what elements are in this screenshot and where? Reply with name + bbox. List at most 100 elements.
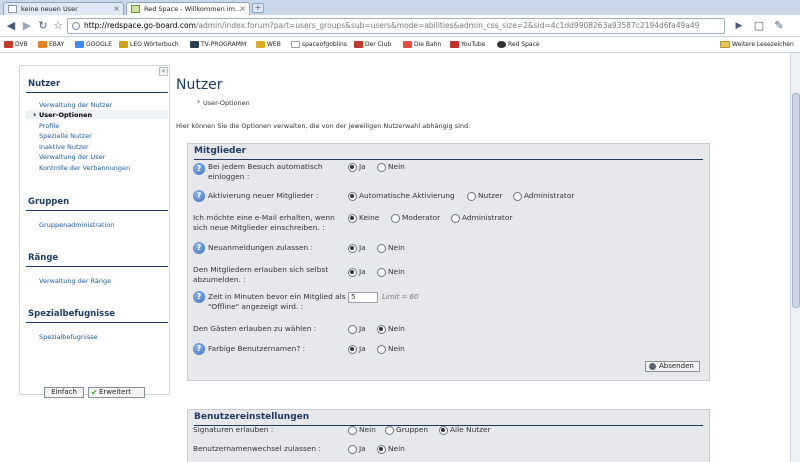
page-icon [291, 41, 300, 48]
star-icon[interactable]: ☆ [51, 19, 65, 33]
divider [26, 92, 168, 93]
radio-signaturen-nein[interactable]: Nein [348, 425, 376, 435]
radio-signaturen-alle[interactable]: Alle Nutzer [439, 425, 491, 435]
sidebar-item-user-optionen[interactable]: User-Optionen [33, 110, 92, 119]
radio-neuanmeldungen-nein[interactable]: Nein [377, 243, 405, 253]
check-icon: ✔ [91, 388, 98, 397]
wrench-icon[interactable]: ✎ [772, 19, 786, 33]
sidebar-item-inaktive-nutzer[interactable]: Inaktive Nutzer [39, 143, 89, 151]
page-icon [131, 5, 140, 13]
forward-icon[interactable]: ▶ [20, 19, 34, 33]
help-icon[interactable]: ? [193, 291, 205, 303]
help-icon[interactable]: ? [193, 190, 205, 202]
sidebar-heading-raenge: Ränge [28, 253, 59, 263]
help-icon[interactable]: ? [193, 242, 205, 254]
bookmark-icon [497, 41, 506, 48]
sidebar-item-spezialbefugnisse[interactable]: Spezialbefugnisse [39, 333, 98, 341]
reload-icon[interactable]: ↻ [36, 19, 50, 33]
url-path: /admin/index.forum?part=users_groups&sub… [195, 21, 700, 30]
radio-email-keine[interactable]: Keine [348, 213, 379, 223]
help-icon[interactable]: ? [193, 163, 205, 175]
label-offline-zeit: Zeit in Minuten bevor ein Mitglied als "… [208, 292, 346, 311]
radio-abmelden-nein[interactable]: Nein [377, 267, 405, 277]
scrollbar-thumb[interactable] [792, 93, 800, 308]
radio-aktivierung-automatisch[interactable]: Automatische Aktivierung [348, 191, 455, 201]
bookmark-dvb[interactable]: DVB [4, 37, 28, 53]
tab-red-space[interactable]: Red Space - Willkommen im... × [126, 2, 250, 16]
radio-aktivierung-admin[interactable]: Administrator [513, 191, 574, 201]
radio-abmelden-ja[interactable]: Ja [348, 267, 366, 277]
bookmark-icon [75, 41, 84, 48]
page-icon [8, 5, 17, 13]
youtube-icon [450, 41, 459, 48]
submit-button[interactable]: Absenden [645, 361, 700, 372]
go-icon[interactable]: ▶ [732, 19, 746, 33]
divider [26, 322, 168, 323]
bookmark-leo[interactable]: LEO Wörterbuch [119, 37, 179, 53]
offline-minutes-input[interactable]: 5 [348, 292, 378, 303]
bookmark-other-folder[interactable]: Weitere Lesezeichen [720, 37, 794, 53]
bookmark-icon [38, 41, 47, 48]
back-icon[interactable]: ◀ [4, 19, 18, 33]
bookmark-spaceofgoblins[interactable]: spaceofgoblins [291, 37, 347, 53]
sidebar-item-verbannungen[interactable]: Kontrolle der Verbannungen [39, 164, 130, 172]
radio-auto-login-ja[interactable]: Ja [348, 162, 366, 172]
radio-gaeste-ja[interactable]: Ja [348, 324, 366, 334]
intro-text: Hier können Sie die Optionen verwalten, … [176, 122, 471, 130]
bookmark-icon [403, 41, 412, 48]
bookmark-die-bahn[interactable]: Die Bahn [403, 37, 441, 53]
tab-keine-neuen-user[interactable]: keine neuen User × [3, 2, 124, 15]
divider [194, 159, 703, 160]
bookmark-google[interactable]: GOOGLE [75, 37, 112, 53]
label-email-neue-mitglieder: Ich möchte eine e-Mail erhalten, wenn si… [193, 213, 335, 232]
radio-neuanmeldungen-ja[interactable]: Ja [348, 243, 366, 253]
radio-namenwechsel-nein[interactable]: Nein [377, 444, 405, 454]
page-menu-icon[interactable]: ▢ [752, 19, 766, 33]
radio-email-admin[interactable]: Administrator [451, 213, 512, 223]
bookmark-web[interactable]: WEB [256, 37, 281, 53]
breadcrumb[interactable]: User-Optionen [197, 97, 250, 107]
globe-icon [72, 22, 80, 30]
collapse-icon[interactable]: « [159, 67, 168, 76]
radio-auto-login-nein[interactable]: Nein [377, 162, 405, 172]
sidebar-item-gruppenadministration[interactable]: Gruppenadministration [39, 221, 114, 229]
radio-namenwechsel-ja[interactable]: Ja [348, 444, 366, 454]
divider [26, 210, 168, 211]
divider [26, 266, 168, 267]
radio-signaturen-gruppen[interactable]: Gruppen [385, 425, 428, 435]
sidebar-item-spezielle-nutzer[interactable]: Spezielle Nutzer [39, 132, 92, 140]
extended-mode-button[interactable]: ✔ Erweitert [88, 387, 145, 398]
label-neuanmeldungen: Neuanmeldungen zulassen : [208, 243, 314, 252]
bookmark-icon [256, 41, 265, 48]
bookmark-der-club[interactable]: Der Club [354, 37, 391, 53]
close-icon[interactable]: × [113, 3, 120, 15]
bookmark-tv-programm[interactable]: TV-PROGRAMM [190, 37, 246, 53]
sidebar-item-profile[interactable]: Profile [39, 122, 59, 130]
sidebar-item-verwaltung-user[interactable]: Verwaltung der User [39, 153, 105, 161]
vertical-scrollbar[interactable] [790, 53, 800, 462]
radio-gaeste-nein[interactable]: Nein [377, 324, 405, 334]
bookmark-ebay[interactable]: EBAY [38, 37, 64, 53]
panel-mitglieder: Mitglieder ? Bei jedem Besuch automatisc… [187, 143, 710, 381]
panel-title: Benutzereinstellungen [194, 412, 310, 422]
close-icon[interactable]: × [239, 3, 246, 15]
bookmark-icon [119, 41, 128, 48]
radio-farbig-ja[interactable]: Ja [348, 344, 366, 354]
radio-farbig-nein[interactable]: Nein [377, 344, 405, 354]
address-bar[interactable]: http://redspace.go-board.com/admin/index… [67, 18, 725, 34]
radio-aktivierung-nutzer[interactable]: Nutzer [467, 191, 503, 201]
bookmark-icon [190, 41, 199, 48]
new-tab-button[interactable]: + [252, 3, 264, 13]
tab-label: keine neuen User [21, 5, 78, 13]
label-aktivierung: Aktivierung neuer Mitglieder : [208, 191, 319, 200]
label-selbst-abmelden: Den Mitgliedern erlauben sich selbst abz… [193, 265, 329, 284]
radio-email-moderator[interactable]: Moderator [391, 213, 440, 223]
bookmark-red-space[interactable]: Red Space [497, 37, 540, 53]
help-icon[interactable]: ? [193, 343, 205, 355]
sidebar-item-verwaltung-nutzer[interactable]: Verwaltung der Nutzer [39, 101, 112, 109]
url-host: http://redspace.go-board.com [84, 21, 196, 30]
bookmark-youtube[interactable]: YouTube [450, 37, 485, 53]
sidebar-item-verwaltung-raenge[interactable]: Verwaltung der Ränge [39, 277, 111, 285]
simple-mode-button[interactable]: Einfach [44, 387, 84, 398]
sidebar-heading-spezialbefugnisse: Spezialbefugnisse [28, 309, 116, 319]
